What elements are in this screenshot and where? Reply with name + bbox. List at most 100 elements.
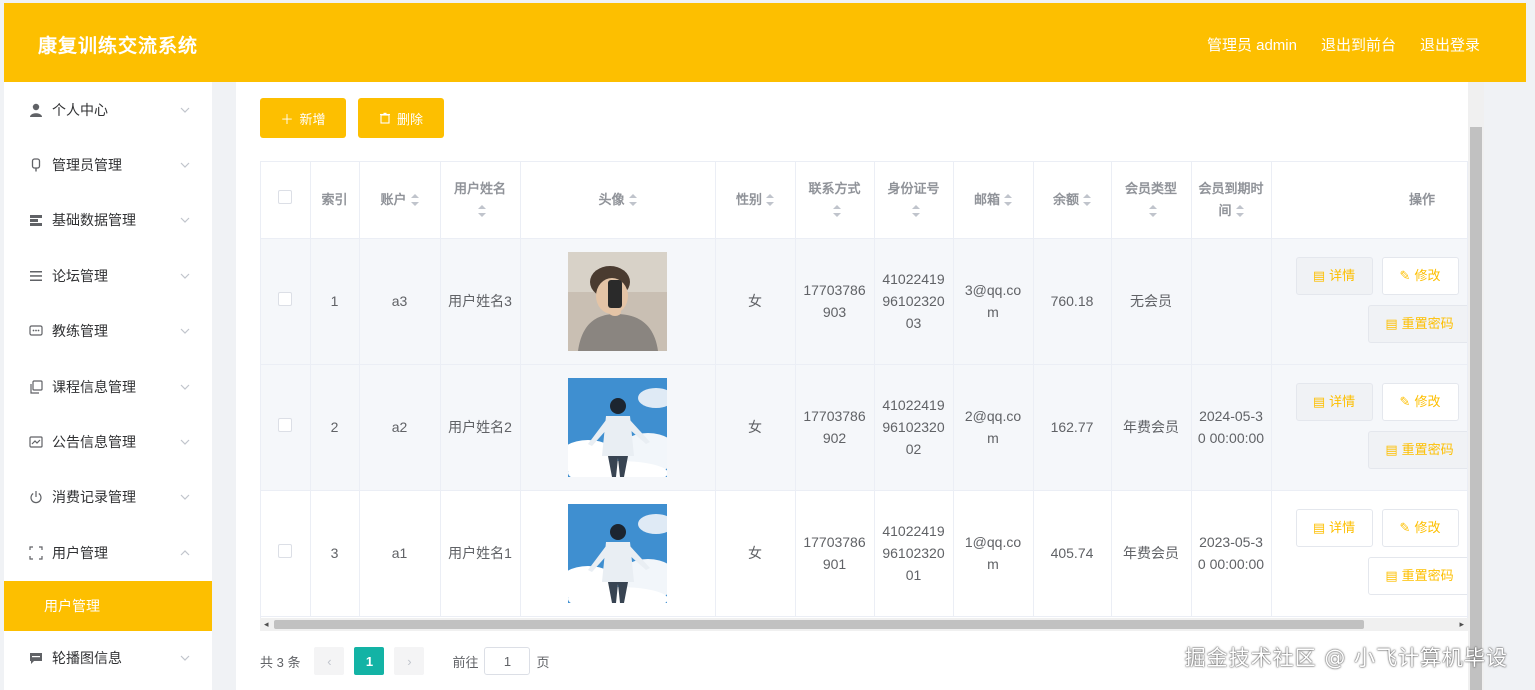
- cell-avatar: [520, 364, 716, 491]
- detail-button[interactable]: ▤ 详情: [1295, 382, 1373, 421]
- header-avatar[interactable]: 头像: [520, 162, 716, 239]
- plus-icon: ＋: [280, 111, 294, 127]
- cell-idcard: 410224199610232002: [874, 364, 954, 491]
- sidebar-item-carousel[interactable]: 轮播图信息: [4, 631, 212, 686]
- horizontal-scroll-thumb[interactable]: [274, 620, 1364, 629]
- sidebar-item-user[interactable]: 用户管理: [4, 525, 212, 580]
- header-account[interactable]: 账户: [359, 162, 441, 239]
- vertical-scrollbar[interactable]: [1468, 82, 1484, 690]
- header-expire[interactable]: 会员到期时间: [1191, 162, 1272, 239]
- cell-account: a2: [359, 364, 441, 491]
- header-idcard[interactable]: 身份证号: [874, 162, 954, 239]
- sort-icon[interactable]: [1149, 205, 1157, 218]
- sort-icon[interactable]: [1235, 205, 1244, 218]
- chevron-left-icon: ‹: [327, 653, 332, 669]
- sidebar-item-admin[interactable]: 管理员管理: [4, 137, 212, 192]
- submenu-item-user-management[interactable]: 用户管理: [4, 580, 212, 631]
- sidebar-item-basic-data[interactable]: 基础数据管理: [4, 193, 212, 248]
- cell-phone: 17703786901: [795, 490, 875, 617]
- prev-page-button[interactable]: ‹: [314, 647, 345, 675]
- list-icon: [28, 268, 44, 284]
- row-checkbox[interactable]: [278, 544, 293, 558]
- sidebar-item-course[interactable]: 课程信息管理: [4, 359, 212, 414]
- sidebar-item-consume[interactable]: 消费记录管理: [4, 470, 212, 525]
- chevron-down-icon: [180, 218, 190, 224]
- scroll-left-icon[interactable]: ◂: [264, 620, 269, 629]
- vertical-scroll-thumb[interactable]: [1470, 127, 1482, 690]
- header-name[interactable]: 用户姓名: [440, 162, 521, 239]
- scroll-right-icon[interactable]: ▸: [1459, 620, 1464, 629]
- sidebar-item-label: 个人中心: [52, 101, 108, 118]
- chevron-down-icon: [180, 162, 190, 168]
- row-checkbox[interactable]: [278, 418, 293, 432]
- reset-password-button[interactable]: ▤ 重置密码: [1367, 556, 1467, 595]
- add-button-label: 新增: [299, 111, 326, 127]
- cell-balance: 760.18: [1033, 238, 1112, 365]
- header-balance[interactable]: 余额: [1033, 162, 1112, 239]
- document-icon: ▤: [1312, 393, 1326, 409]
- delete-button-label: 删除: [396, 111, 423, 127]
- avatar-image-sky[interactable]: [568, 377, 667, 477]
- sort-icon[interactable]: [1004, 194, 1012, 207]
- sort-icon[interactable]: [410, 194, 419, 207]
- add-button[interactable]: ＋ 新增: [260, 98, 346, 138]
- sort-icon[interactable]: [1083, 194, 1091, 207]
- header-email[interactable]: 邮箱: [953, 162, 1034, 239]
- back-to-front-link[interactable]: 退出到前台: [1321, 34, 1396, 55]
- header-member-type[interactable]: 会员类型: [1111, 162, 1192, 239]
- goto-page-input[interactable]: [484, 647, 531, 675]
- cell-name: 用户姓名3: [440, 238, 521, 365]
- reset-password-button[interactable]: ▤ 重置密码: [1367, 304, 1467, 343]
- cell-account: a3: [359, 238, 441, 365]
- reset-password-button[interactable]: ▤ 重置密码: [1367, 430, 1467, 469]
- cell-idcard: 410224199610232003: [874, 238, 954, 365]
- cell-idcard: 410224199610232001: [874, 490, 954, 617]
- table-row: 3 a1 用户姓名1 女 17703786901 410224199610232…: [261, 490, 1467, 617]
- cell-gender: 女: [715, 490, 796, 617]
- sidebar-item-coach[interactable]: 教练管理: [4, 304, 212, 359]
- sidebar-item-label: 轮播图信息: [52, 650, 122, 667]
- row-checkbox[interactable]: [278, 292, 293, 306]
- sort-icon[interactable]: [478, 205, 486, 218]
- copy-icon: [28, 379, 44, 395]
- avatar-image-selfie[interactable]: [568, 251, 667, 351]
- detail-button[interactable]: ▤ 详情: [1295, 256, 1373, 295]
- cell-phone: 17703786903: [795, 238, 875, 365]
- cell-avatar: [520, 238, 716, 365]
- page-number-current[interactable]: 1: [354, 647, 385, 675]
- sidebar-item-personal-center[interactable]: 个人中心: [4, 82, 212, 137]
- edit-button[interactable]: ✎ 修改: [1381, 256, 1459, 295]
- cell-expire: [1191, 238, 1272, 365]
- edit-button[interactable]: ✎ 修改: [1381, 508, 1459, 547]
- header-phone[interactable]: 联系方式: [795, 162, 875, 239]
- sidebar-item-label: 基础数据管理: [52, 212, 136, 229]
- sidebar-item-notice[interactable]: 公告信息管理: [4, 414, 212, 469]
- horizontal-scrollbar[interactable]: ◂ ▸: [260, 618, 1468, 631]
- sort-icon[interactable]: [832, 205, 841, 218]
- chevron-down-icon: [180, 107, 190, 113]
- delete-button[interactable]: 删除: [358, 98, 444, 138]
- lock-icon: [28, 157, 44, 173]
- admin-user-label[interactable]: 管理员 admin: [1207, 34, 1297, 55]
- cell-avatar: [520, 490, 716, 617]
- header-gender[interactable]: 性别: [715, 162, 796, 239]
- goto-prefix: 前往: [452, 654, 479, 670]
- chevron-down-icon: [180, 384, 190, 390]
- sort-icon[interactable]: [766, 194, 774, 207]
- cell-gender: 女: [715, 238, 796, 365]
- cell-account: a1: [359, 490, 441, 617]
- next-page-button[interactable]: ›: [394, 647, 425, 675]
- pagination: 共 3 条 ‹ 1 › 前往 页: [260, 645, 550, 677]
- top-bar: 康复训练交流系统 管理员 admin 退出到前台 退出登录: [4, 3, 1526, 82]
- chat-icon: [28, 323, 44, 339]
- logout-link[interactable]: 退出登录: [1420, 34, 1480, 55]
- detail-button[interactable]: ▤ 详情: [1295, 508, 1373, 547]
- edit-button[interactable]: ✎ 修改: [1381, 382, 1459, 421]
- sort-icon[interactable]: [628, 194, 637, 207]
- sidebar-item-label: 用户管理: [52, 544, 108, 561]
- select-all-checkbox[interactable]: [278, 189, 293, 204]
- sort-icon[interactable]: [911, 205, 920, 218]
- sidebar-item-forum[interactable]: 论坛管理: [4, 248, 212, 303]
- avatar-image-sky[interactable]: [568, 503, 667, 603]
- app-window: 康复训练交流系统 管理员 admin 退出到前台 退出登录 个人中心 管理员管理…: [4, 3, 1526, 690]
